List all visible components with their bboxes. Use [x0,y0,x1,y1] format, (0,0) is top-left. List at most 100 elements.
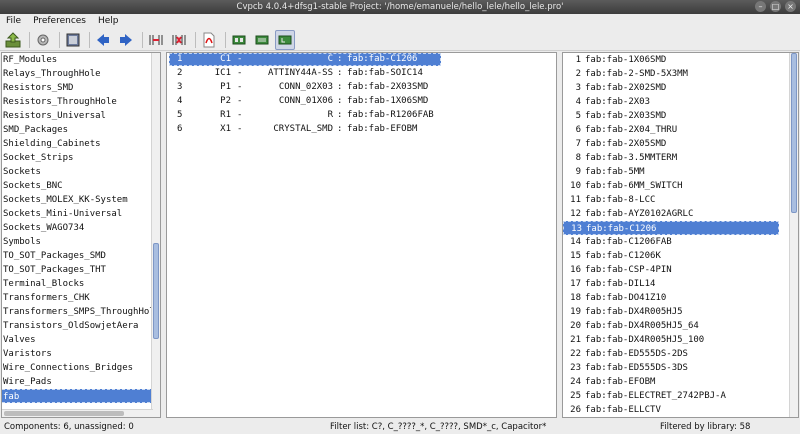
footprint-item[interactable]: 19 fab:fab-DX4R005HJ5 [563,305,798,319]
save-netlist-icon[interactable] [3,30,23,50]
library-item[interactable]: Wire_Pads [2,375,160,389]
footprint-name: fab:fab-C1206FAB [585,237,672,247]
footprint-name: fab:fab-ELECTRET_2742PBJ-A [585,391,726,401]
footprint-item[interactable]: 10 fab:fab-6MM_SWITCH [563,179,798,193]
component-list[interactable]: 1 C1- C: fab:fab-C1206 2 IC1- ATTINY44A-SS: fab… [166,52,557,418]
footprint-name: fab:fab-8-LCC [585,195,656,205]
previous-icon[interactable] [93,30,113,50]
footprint-item[interactable]: 15 fab:fab-C1206K [563,249,798,263]
library-item[interactable]: Terminal_Blocks [2,277,160,291]
footprint-item[interactable]: 16 fab:fab-CSP-4PIN [563,263,798,277]
component-row[interactable]: 1 C1- C: fab:fab-C1206 [169,53,549,66]
footprint-libs-icon[interactable] [63,30,83,50]
library-item[interactable]: Relays_ThroughHole [2,67,160,81]
component-row[interactable]: 4 P2- CONN_01X06: fab:fab-1X06SMD [169,95,549,108]
footprint-item[interactable]: 26 fab:fab-ELLCTV [563,403,798,417]
library-item[interactable]: TO_SOT_Packages_THT [2,263,160,277]
footprint-item[interactable]: 7 fab:fab-2X05SMD [563,137,798,151]
close-icon[interactable]: × [785,1,796,12]
footprint-item[interactable]: 3 fab:fab-2X02SMD [563,81,798,95]
footprint-item[interactable]: 5 fab:fab-2X03SMD [563,109,798,123]
footprint-item[interactable]: 22 fab:fab-ED555DS-2DS [563,347,798,361]
library-item[interactable]: Transformers_CHK [2,291,160,305]
next-icon[interactable] [116,30,136,50]
footprint-item[interactable]: 9 fab:fab-5MM [563,165,798,179]
library-item[interactable]: Wire_Connections_Bridges [2,361,160,375]
library-item[interactable]: Varistors [2,347,160,361]
delete-association-icon[interactable] [169,30,189,50]
library-item[interactable]: Resistors_Universal [2,109,160,123]
footprint-number: 9 [575,167,581,177]
footprint-item[interactable]: 17 fab:fab-DIL14 [563,277,798,291]
separator-colon: : [337,110,343,120]
footprint-item[interactable]: 25 fab:fab-ELECTRET_2742PBJ-A [563,389,798,403]
library-item[interactable]: fab [2,389,160,403]
settings-icon[interactable] [33,30,53,50]
filter-keyword-icon[interactable] [229,30,249,50]
pdf-doc-icon[interactable] [199,30,219,50]
footprint-list[interactable]: 1 fab:fab-1X06SMD 2 fab:fab-2-SMD-5X3MM 3 fab… [562,52,799,418]
component-row[interactable]: 2 IC1- ATTINY44A-SS: fab:fab-SOIC14 [169,67,549,80]
library-item[interactable]: Socket_Strips [2,151,160,165]
library-item[interactable]: Resistors_ThroughHole [2,95,160,109]
menu-preferences[interactable]: Preferences [27,14,92,29]
toolbar-separator [89,31,90,48]
maximize-icon[interactable]: □ [770,1,781,12]
minimize-icon[interactable]: – [755,1,766,12]
library-item[interactable]: Sockets_WAGO734 [2,221,160,235]
library-item[interactable]: Sockets_Mini-Universal [2,207,160,221]
library-scrollbar[interactable] [151,53,160,417]
filter-pincount-icon[interactable] [252,30,272,50]
footprint-name: fab:fab-DX4R005HJ5_100 [585,335,705,345]
component-footprint: fab:fab-1X06SMD [347,96,429,106]
footprint-item[interactable]: 20 fab:fab-DX4R005HJ5_64 [563,319,798,333]
library-list[interactable]: RF_Modules Relays_ThroughHole Resistors_SM… [1,52,161,418]
component-index: 3 [177,82,183,92]
footprint-item[interactable]: 11 fab:fab-8-LCC [563,193,798,207]
component-row[interactable]: 3 P1- CONN_02X03: fab:fab-2X03SMD [169,81,549,94]
footprint-item[interactable]: 14 fab:fab-C1206FAB [563,235,798,249]
footprint-item[interactable]: 24 fab:fab-EFOBM [563,375,798,389]
footprint-item[interactable]: 2 fab:fab-2-SMD-5X3MM [563,67,798,81]
library-item[interactable]: Valves [2,333,160,347]
library-item[interactable]: Sockets [2,165,160,179]
footprint-name: fab:fab-CSP-4PIN [585,265,672,275]
filter-library-icon[interactable] [275,29,295,50]
footprint-item[interactable]: 21 fab:fab-DX4R005HJ5_100 [563,333,798,347]
library-item[interactable]: Sockets_BNC [2,179,160,193]
footprint-item[interactable]: 13 fab:fab-C1206 [563,221,779,235]
auto-associate-icon[interactable] [146,30,166,50]
footprint-number: 18 [570,293,581,303]
library-item[interactable]: RF_Modules [2,53,160,67]
footprint-number: 1 [575,55,581,65]
library-item[interactable]: Sockets_MOLEX_KK-System [2,193,160,207]
footprint-scrollbar[interactable] [789,53,798,417]
component-row[interactable]: 6 X1- CRYSTAL_SMD: fab:fab-EFOBM [169,123,549,136]
library-item[interactable]: Resistors_SMD [2,81,160,95]
footprint-item[interactable]: 6 fab:fab-2X04_THRU [563,123,798,137]
library-item[interactable]: Transformers_SMPS_ThroughHole [2,305,160,319]
footprint-item[interactable]: 23 fab:fab-ED555DS-3DS [563,361,798,375]
library-item[interactable]: SMD_Packages [2,123,160,137]
separator-dash: - [237,82,243,92]
menu-help[interactable]: Help [92,14,125,29]
footprint-number: 2 [575,69,581,79]
footprint-number: 16 [570,265,581,275]
component-footprint: fab:fab-SOIC14 [347,68,423,78]
menu-file[interactable]: File [0,14,27,29]
library-scrollbar-thumb[interactable] [153,243,159,339]
library-item[interactable]: Shielding_Cabinets [2,137,160,151]
footprint-scrollbar-thumb[interactable] [791,53,797,213]
footprint-item[interactable]: 18 fab:fab-DO41Z10 [563,291,798,305]
library-item[interactable]: TO_SOT_Packages_SMD [2,249,160,263]
footprint-item[interactable]: 12 fab:fab-AYZ0102AGRLC [563,207,798,221]
library-item[interactable]: Transistors_OldSowjetAera [2,319,160,333]
library-item[interactable]: Symbols [2,235,160,249]
component-row[interactable]: 5 R1- R: fab:fab-R1206FAB [169,109,549,122]
footprint-number: 17 [570,279,581,289]
library-hscrollbar-thumb[interactable] [4,411,124,416]
footprint-item[interactable]: 1 fab:fab-1X06SMD [563,53,798,67]
footprint-item[interactable]: 4 fab:fab-2X03 [563,95,798,109]
library-hscrollbar[interactable] [2,409,153,417]
footprint-item[interactable]: 8 fab:fab-3.5MMTERM [563,151,798,165]
